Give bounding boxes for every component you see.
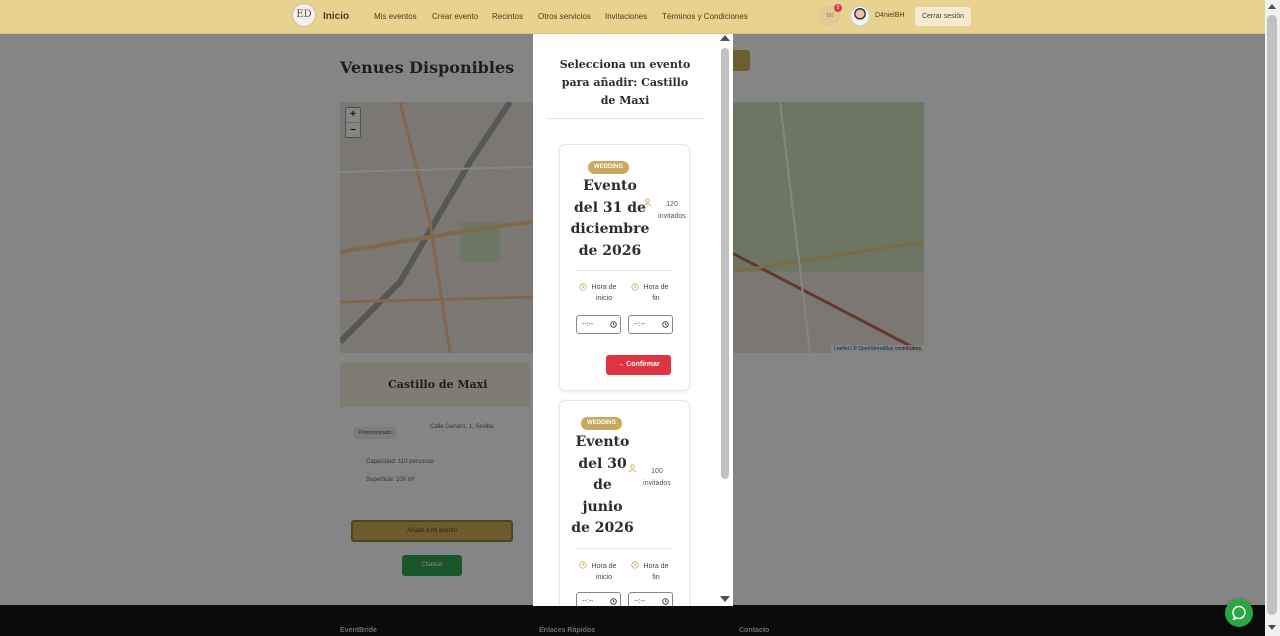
user-avatar[interactable] <box>850 6 870 26</box>
end-time-label-line: Hora de <box>643 284 669 291</box>
end-time-label: Hora de fin <box>631 282 681 304</box>
notifications-button[interactable]: txt 2 <box>820 4 842 26</box>
notifications-icon: txt <box>826 13 834 19</box>
event-name-line: Evento <box>575 434 630 450</box>
end-time-label-line: fin <box>652 295 660 302</box>
clock-picker-icon[interactable] <box>610 321 617 328</box>
guests-info: 120 invitados <box>654 199 689 223</box>
guests-count: 120 <box>666 201 678 208</box>
guests-label: invitados <box>643 480 671 487</box>
guests-icon <box>643 198 652 207</box>
confirm-button[interactable]: → Confirmar <box>606 355 671 375</box>
nav-link-other-services[interactable]: Otros servicios <box>538 12 591 21</box>
modal-scrollbar-thumb[interactable] <box>721 48 729 479</box>
start-time-input[interactable]: --:-- <box>576 592 621 606</box>
arrow-right-icon: → <box>617 361 625 368</box>
end-time-label-line: Hora de <box>643 563 669 570</box>
window-scrollbar-thumb[interactable] <box>1267 15 1277 615</box>
end-time-input[interactable]: --:-- <box>628 315 673 334</box>
clock-picker-icon[interactable] <box>662 321 669 328</box>
end-time-value: --:-- <box>634 321 646 328</box>
start-time-label: Hora de inicio <box>579 561 629 583</box>
guests-label: invitados <box>658 213 686 220</box>
guests-icon <box>628 464 637 473</box>
brand-logo[interactable]: ED <box>292 3 316 27</box>
nav-link-terms[interactable]: Términos y Condiciones <box>662 12 748 21</box>
select-event-modal: Selecciona un evento para añadir: Castil… <box>533 34 733 606</box>
event-name-line: junio <box>582 498 623 515</box>
event-name-line: de 2026 <box>571 520 634 536</box>
nav-link-create-event[interactable]: Crear evento <box>432 12 478 21</box>
event-type-badge: WEDDING <box>581 417 622 430</box>
modal-divider <box>546 118 704 119</box>
window-scroll-down-arrow[interactable] <box>1268 625 1276 630</box>
top-navbar: ED Inicio Mis eventos Crear evento Recin… <box>0 0 1265 34</box>
event-type-badge: WEDDING <box>588 161 629 174</box>
event-name: Evento del 31 de diciembre de 2026 <box>570 176 650 262</box>
chat-fab-button[interactable] <box>1225 599 1253 627</box>
event-card: WEDDING Evento del 30 de junio de 2026 1… <box>559 400 690 606</box>
event-name-line: del 30 <box>578 455 627 472</box>
event-name-line: de <box>593 477 612 493</box>
home-link[interactable]: Inicio <box>323 11 349 22</box>
chat-bubble-icon <box>1232 605 1246 621</box>
event-name-line: Evento <box>583 178 637 194</box>
start-time-value: --:-- <box>582 598 594 605</box>
nav-link-venues[interactable]: Recintos <box>492 12 523 21</box>
clock-picker-icon[interactable] <box>662 598 669 605</box>
confirm-label: Confirmar <box>626 361 660 368</box>
event-name-line: diciembre <box>570 221 650 237</box>
guests-info: 100 invitados <box>639 466 675 490</box>
window-scrollbar[interactable] <box>1265 0 1280 636</box>
event-name-line: de 2026 <box>578 242 642 259</box>
username-label: D4nielBH <box>875 12 905 19</box>
clock-picker-icon[interactable] <box>610 598 617 605</box>
notification-count-badge: 2 <box>834 4 842 12</box>
nav-link-my-events[interactable]: Mis eventos <box>374 12 417 21</box>
start-time-label: Hora de inicio <box>579 282 629 304</box>
guests-count: 100 <box>651 468 663 475</box>
nav-link-invitations[interactable]: Invitaciones <box>605 12 647 21</box>
event-card: WEDDING Evento del 31 de diciembre de 20… <box>559 144 690 391</box>
window-scroll-up-arrow[interactable] <box>1268 4 1276 9</box>
end-time-input[interactable]: --:-- <box>628 592 673 606</box>
card-divider <box>576 270 672 271</box>
start-time-label-line: inicio <box>596 295 612 302</box>
end-time-label-line: fin <box>652 574 660 581</box>
start-time-label-line: inicio <box>596 574 612 581</box>
start-time-input[interactable]: --:-- <box>576 315 621 334</box>
modal-title: Selecciona un evento para añadir: Castil… <box>559 58 691 107</box>
logout-button[interactable]: Cerrar sesión <box>915 7 971 26</box>
start-time-label-line: Hora de <box>591 563 617 570</box>
modal-scroll-down-arrow[interactable] <box>720 596 730 602</box>
card-divider <box>576 548 672 549</box>
end-time-value: --:-- <box>634 598 646 605</box>
event-name: Evento del 30 de junio de 2026 <box>570 432 635 540</box>
start-time-value: --:-- <box>582 321 594 328</box>
event-name-line: del 31 de <box>574 199 646 216</box>
modal-scroll-up-arrow[interactable] <box>720 35 730 41</box>
start-time-label-line: Hora de <box>591 284 617 291</box>
end-time-label: Hora de fin <box>631 561 681 583</box>
